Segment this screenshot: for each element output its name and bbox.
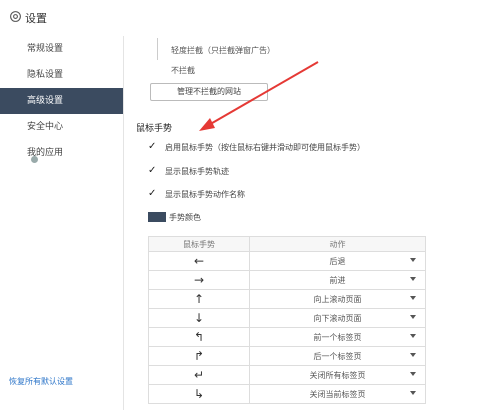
action-label: 后退 bbox=[329, 256, 346, 266]
gesture-color-swatch[interactable] bbox=[148, 212, 166, 222]
gesture-arrow-icon: ↰ bbox=[148, 327, 250, 347]
gesture-table: 鼠标手势 动作 ← 后退 → 前进 ↑ 向上滚动页面 ↓ 向下滚动页面 ↰ 前一… bbox=[148, 236, 426, 404]
action-select[interactable]: 关闭所有标签页 bbox=[249, 365, 426, 385]
action-label: 前进 bbox=[329, 275, 346, 285]
restore-defaults-link[interactable]: 恢复所有默认设置 bbox=[9, 376, 73, 387]
action-select[interactable]: 向下滚动页面 bbox=[249, 308, 426, 328]
sidebar-divider bbox=[123, 36, 124, 410]
action-label: 向下滚动页面 bbox=[313, 313, 362, 323]
checkmark-icon[interactable]: ✓ bbox=[148, 142, 158, 152]
option-light-block[interactable]: 轻度拦截（只拦截弹窗广告） bbox=[171, 45, 275, 56]
dropdown-caret-icon[interactable] bbox=[410, 353, 416, 357]
table-row: ↵ 关闭所有标签页 bbox=[148, 365, 426, 385]
checkmark-icon[interactable]: ✓ bbox=[148, 166, 158, 176]
checkbox-label: 显示鼠标手势轨迹 bbox=[165, 167, 229, 176]
sidebar-item-general[interactable]: 常规设置 bbox=[0, 36, 123, 62]
column-header-gesture: 鼠标手势 bbox=[148, 236, 250, 252]
page-title: 设置 bbox=[25, 12, 47, 25]
option-no-block[interactable]: 不拦截 bbox=[171, 65, 195, 76]
action-select[interactable]: 前一个标签页 bbox=[249, 327, 426, 347]
table-row: ↳ 关闭当前标签页 bbox=[148, 384, 426, 404]
action-select[interactable]: 关闭当前标签页 bbox=[249, 384, 426, 404]
gesture-arrow-icon: ↑ bbox=[148, 289, 250, 309]
action-select[interactable]: 后一个标签页 bbox=[249, 346, 426, 366]
table-row: ← 后退 bbox=[148, 251, 426, 271]
gesture-arrow-icon: → bbox=[148, 270, 250, 290]
dropdown-caret-icon[interactable] bbox=[410, 296, 416, 300]
sidebar-item-security[interactable]: 安全中心 bbox=[0, 114, 123, 140]
action-label: 关闭当前标签页 bbox=[309, 389, 366, 399]
action-select[interactable]: 向上滚动页面 bbox=[249, 289, 426, 309]
gesture-color-label: 手势颜色 bbox=[169, 213, 201, 222]
dropdown-caret-icon[interactable] bbox=[410, 315, 416, 319]
dropdown-caret-icon[interactable] bbox=[410, 372, 416, 376]
scroll-guide-line bbox=[157, 38, 158, 60]
action-select[interactable]: 后退 bbox=[249, 251, 426, 271]
action-label: 关闭所有标签页 bbox=[309, 370, 366, 380]
gesture-arrow-icon: ↱ bbox=[148, 346, 250, 366]
gesture-arrow-icon: ← bbox=[148, 251, 250, 271]
table-header-row: 鼠标手势 动作 bbox=[148, 236, 426, 252]
dropdown-caret-icon[interactable] bbox=[410, 391, 416, 395]
table-row: ↑ 向上滚动页面 bbox=[148, 289, 426, 309]
action-label: 后一个标签页 bbox=[313, 351, 362, 361]
settings-header: 设置 bbox=[0, 0, 500, 36]
column-header-action: 动作 bbox=[249, 236, 426, 252]
table-row: ↓ 向下滚动页面 bbox=[148, 308, 426, 328]
dropdown-caret-icon[interactable] bbox=[410, 277, 416, 281]
gesture-arrow-icon: ↳ bbox=[148, 384, 250, 404]
section-title-mouse-gesture: 鼠标手势 bbox=[136, 124, 173, 134]
manage-unblocked-sites-button[interactable]: 管理不拦截的网站 bbox=[150, 83, 268, 101]
table-row: → 前进 bbox=[148, 270, 426, 290]
sidebar: 常规设置 隐私设置 高级设置 安全中心 我的应用 bbox=[0, 36, 123, 410]
dropdown-caret-icon[interactable] bbox=[410, 258, 416, 262]
table-row: ↱ 后一个标签页 bbox=[148, 346, 426, 366]
gear-icon bbox=[10, 11, 21, 22]
checkmark-icon[interactable]: ✓ bbox=[148, 189, 158, 199]
table-row: ↰ 前一个标签页 bbox=[148, 327, 426, 347]
gesture-arrow-icon: ↵ bbox=[148, 365, 250, 385]
checkbox-label: 启用鼠标手势（按住鼠标右键并滑动即可使用鼠标手势） bbox=[165, 143, 365, 152]
sidebar-item-privacy[interactable]: 隐私设置 bbox=[0, 62, 123, 88]
sidebar-item-advanced[interactable]: 高级设置 bbox=[0, 88, 123, 114]
action-select[interactable]: 前进 bbox=[249, 270, 426, 290]
sidebar-item-my-apps[interactable]: 我的应用 bbox=[0, 140, 123, 166]
gesture-arrow-icon: ↓ bbox=[148, 308, 250, 328]
status-dot-icon bbox=[31, 156, 38, 163]
checkbox-label: 显示鼠标手势动作名称 bbox=[165, 190, 245, 199]
action-label: 向上滚动页面 bbox=[313, 294, 362, 304]
dropdown-caret-icon[interactable] bbox=[410, 334, 416, 338]
action-label: 前一个标签页 bbox=[313, 332, 362, 342]
